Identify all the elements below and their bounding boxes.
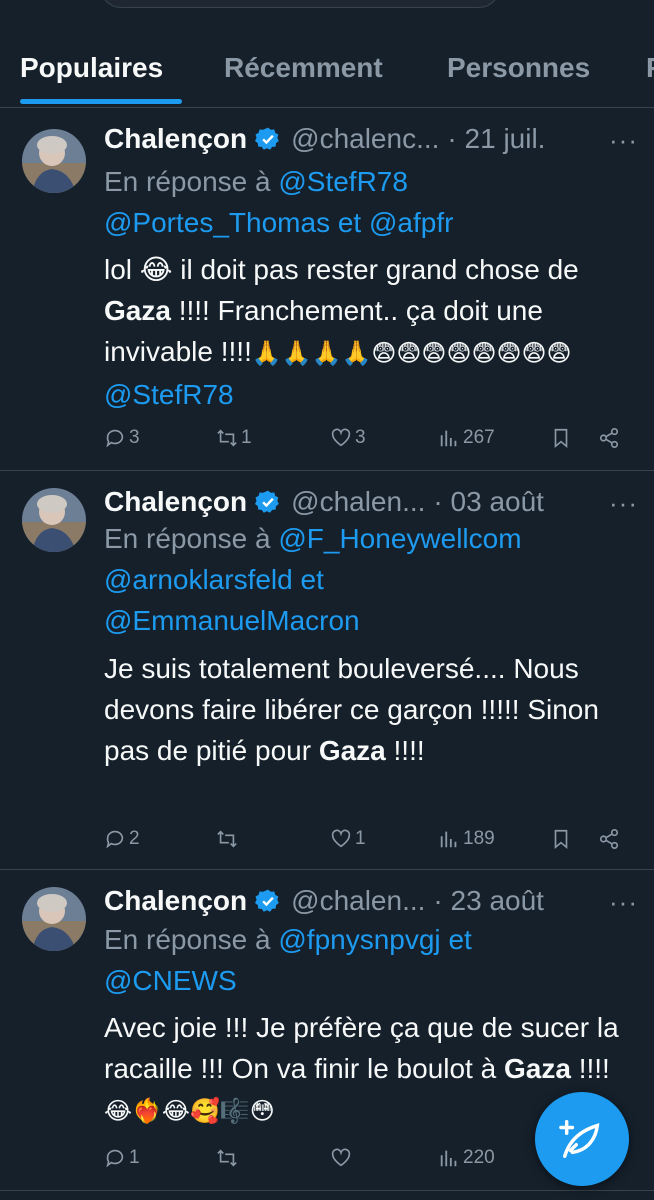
tweet-header: Chalençon @chalen... · 23 août ··· <box>104 881 638 921</box>
mention-link[interactable]: @fpnysnpvgj <box>278 924 440 955</box>
like-icon <box>331 428 351 447</box>
verified-icon <box>255 127 279 150</box>
author-handle[interactable]: @chalen... <box>291 486 425 518</box>
mention-link[interactable]: @Portes_Thomas <box>104 207 330 238</box>
like-button[interactable]: 3 <box>330 427 366 449</box>
tab-personnes[interactable]: Personnes <box>447 52 590 84</box>
avatar[interactable] <box>22 488 86 552</box>
retweet-icon <box>217 429 237 447</box>
tweet-actions: 3 1 3 267 <box>104 427 638 457</box>
mention-link[interactable]: @StefR78 <box>104 379 234 410</box>
more-options-icon[interactable]: ··· <box>609 488 638 519</box>
tweet-header: Chalençon @chalenc... · 21 juil. ··· <box>104 119 638 159</box>
avatar[interactable] <box>22 129 86 193</box>
like-icon <box>331 1148 351 1167</box>
verified-icon <box>255 889 279 912</box>
author-handle[interactable]: @chalen... <box>291 885 425 917</box>
share-icon <box>599 829 619 849</box>
reply-icon <box>106 1149 124 1168</box>
reply-context: En réponse à @F_Honeywellcom @arnoklarsf… <box>104 523 522 636</box>
bookmark-button[interactable] <box>550 427 575 449</box>
verified-icon <box>255 490 279 513</box>
like-button[interactable] <box>330 1147 355 1169</box>
author-handle[interactable]: @chalenc... <box>291 123 439 155</box>
bookmark-icon <box>554 829 568 850</box>
share-button[interactable] <box>598 427 623 449</box>
search-tabs: Populaires Récemment Personnes P <box>0 0 654 108</box>
highlighted-term: Gaza <box>104 295 171 326</box>
tweet-header: Chalençon @chalen... · 03 août ··· <box>104 482 638 522</box>
retweet-icon <box>217 1149 237 1167</box>
tweet[interactable]: Chalençon @chalen... · 03 août ··· En ré… <box>0 472 654 870</box>
reply-button[interactable]: 2 <box>104 828 140 850</box>
reply-icon <box>106 429 124 448</box>
mention-link[interactable]: @arnoklarsfeld <box>104 564 293 595</box>
tweet-actions: 2 1 189 <box>104 828 638 858</box>
views-icon <box>440 831 457 848</box>
retweet-icon <box>217 830 237 848</box>
share-button[interactable] <box>598 828 623 850</box>
tweet[interactable]: Chalençon @chalenc... · 21 juil. ··· En … <box>0 109 654 471</box>
views-button[interactable]: 220 <box>438 1147 495 1169</box>
bookmark-icon <box>554 428 568 449</box>
views-button[interactable]: 189 <box>438 828 495 850</box>
compose-button[interactable] <box>535 1092 629 1186</box>
views-button[interactable]: 267 <box>438 427 495 449</box>
reply-context: En réponse à @fpnysnpvgj et @CNEWS <box>104 924 472 996</box>
retweet-button[interactable] <box>216 1147 241 1169</box>
mention-link[interactable]: @F_Honeywellcom <box>278 523 521 554</box>
mention-link[interactable]: @CNEWS <box>104 965 237 996</box>
emoji-sequence: 😂❤️‍🔥😂🥰🎼😳 <box>104 1098 275 1125</box>
reply-context: En réponse à @StefR78 @Portes_Thomas et … <box>104 166 454 238</box>
highlighted-term: Gaza <box>503 1053 571 1084</box>
views-icon <box>440 1150 457 1167</box>
more-options-icon[interactable]: ··· <box>609 887 638 918</box>
more-options-icon[interactable]: ··· <box>609 125 638 156</box>
reply-icon <box>106 830 124 849</box>
compose-icon <box>559 1120 600 1158</box>
mention-link[interactable]: @EmmanuelMacron <box>104 605 360 636</box>
mention-link[interactable]: @afpfr <box>369 207 453 238</box>
author-name[interactable]: Chalençon <box>104 486 247 518</box>
mention-link[interactable]: @StefR78 <box>278 166 408 197</box>
tab-recemment[interactable]: Récemment <box>224 52 383 84</box>
tab-photos[interactable]: P <box>646 52 654 84</box>
retweet-button[interactable] <box>216 828 241 850</box>
tab-populaires[interactable]: Populaires <box>20 52 163 84</box>
share-icon <box>599 428 619 448</box>
reply-button[interactable]: 3 <box>104 427 140 449</box>
views-icon <box>440 430 457 447</box>
avatar[interactable] <box>22 887 86 951</box>
bookmark-button[interactable] <box>550 828 575 850</box>
active-tab-indicator <box>20 99 182 104</box>
tweet-text: lol 😂 il doit pas rester grand chose de … <box>104 254 579 410</box>
highlighted-term: Gaza <box>318 735 386 766</box>
author-name[interactable]: Chalençon <box>104 123 247 155</box>
like-icon <box>331 829 351 848</box>
emoji-sequence: 🙏🙏🙏🙏😨😨😨😨😨😨😨😨 <box>251 340 572 367</box>
like-button[interactable]: 1 <box>330 828 366 850</box>
retweet-button[interactable]: 1 <box>216 427 252 449</box>
reply-button[interactable]: 1 <box>104 1147 140 1169</box>
tweet-date[interactable]: · 03 août <box>433 486 544 518</box>
tweet-date[interactable]: · 21 juil. <box>447 123 545 155</box>
tweet-text: Je suis totalement bouleversé.... Nous d… <box>104 653 599 766</box>
author-name[interactable]: Chalençon <box>104 885 247 917</box>
tweet-date[interactable]: · 23 août <box>433 885 544 917</box>
